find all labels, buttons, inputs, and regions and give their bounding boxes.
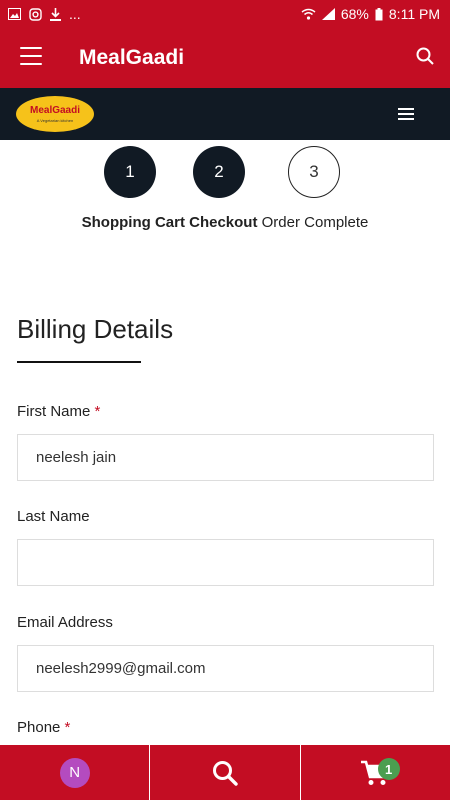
checkout-steps-label: Shopping Cart Checkout Order Complete <box>0 214 450 231</box>
required-mark: * <box>64 719 71 736</box>
logo-subtext: A Vegetarian kitchen <box>36 118 74 123</box>
step-1-circle: 1 <box>104 146 156 198</box>
step-label-complete: Order Complete <box>261 214 369 231</box>
status-right: 68% 8:11 PM <box>301 6 440 22</box>
phone-label-text: Phone <box>17 719 61 736</box>
image-icon <box>8 8 21 20</box>
required-mark: * <box>94 403 101 420</box>
status-time: 8:11 PM <box>388 6 440 22</box>
instagram-icon <box>29 7 42 21</box>
bottom-nav-account[interactable]: N <box>0 745 149 800</box>
first-name-label-text: First Name <box>17 403 91 420</box>
logo-text: MealGaadi <box>29 105 81 116</box>
cart-count-badge: 1 <box>377 758 400 780</box>
signal-icon <box>321 8 335 20</box>
battery-icon <box>375 7 383 20</box>
step-2-circle: 2 <box>193 146 245 198</box>
avatar[interactable]: N <box>59 757 90 788</box>
first-name-field[interactable]: neelesh jain <box>17 434 434 481</box>
status-left: ... <box>8 6 81 22</box>
last-name-field[interactable] <box>17 539 434 586</box>
last-name-label: Last Name <box>17 508 90 525</box>
search-icon[interactable] <box>212 760 238 786</box>
app-title: MealGaadi <box>79 46 185 69</box>
step-label-checkout: Checkout <box>189 214 258 231</box>
step-3-circle: 3 <box>288 146 340 198</box>
site-menu-icon[interactable] <box>398 108 414 120</box>
email-field[interactable]: neelesh2999@gmail.com <box>17 645 434 692</box>
bottom-nav: N 1 <box>0 745 450 800</box>
phone-label: Phone * <box>17 719 70 736</box>
battery-percent: 68% <box>340 6 369 22</box>
status-more: ... <box>69 6 81 22</box>
status-bar: ... 68% 8:11 PM <box>0 0 450 30</box>
title-underline <box>17 361 141 363</box>
download-icon <box>50 7 61 21</box>
step-label-cart: Shopping Cart <box>81 214 185 231</box>
site-header: MealGaadi A Vegetarian kitchen <box>0 88 450 140</box>
bottom-nav-cart[interactable]: 1 <box>299 745 450 800</box>
app-bar: MealGaadi <box>0 30 450 88</box>
search-icon[interactable] <box>416 47 434 65</box>
first-name-label: First Name * <box>17 403 100 420</box>
email-label: Email Address <box>17 614 113 631</box>
bottom-nav-search[interactable] <box>149 745 299 800</box>
billing-title: Billing Details <box>17 314 174 344</box>
site-logo[interactable]: MealGaadi A Vegetarian kitchen <box>16 96 94 132</box>
hamburger-menu-icon[interactable] <box>20 47 42 65</box>
wifi-icon <box>301 8 316 20</box>
